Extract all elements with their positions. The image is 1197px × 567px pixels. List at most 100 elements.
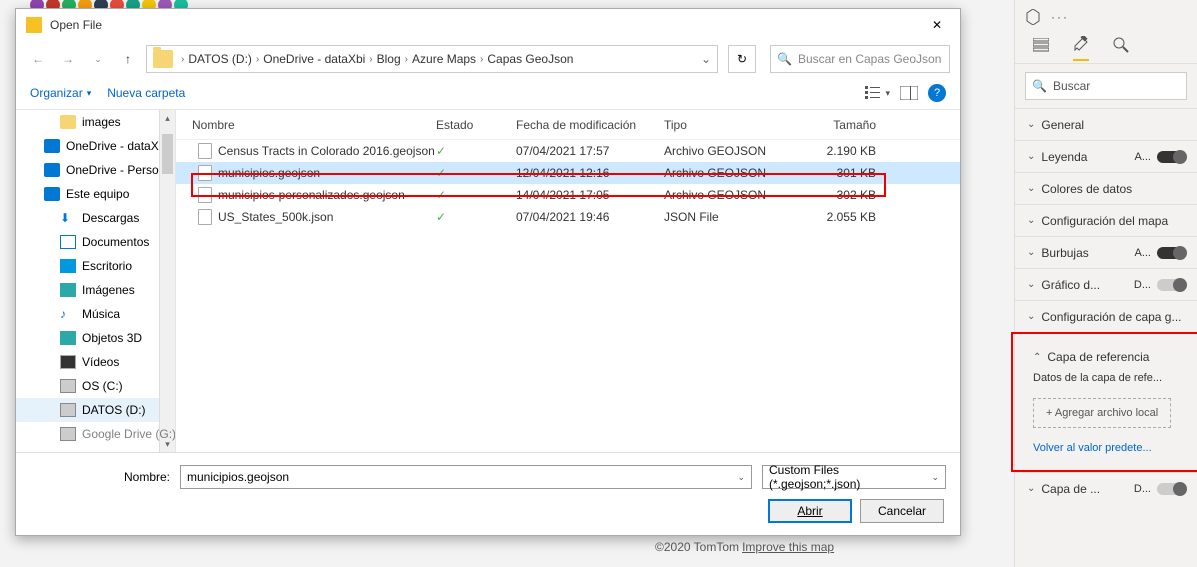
file-name: municipios-personalizados.geojson [218, 188, 405, 202]
sidebar-label: DATOS (D:) [82, 403, 146, 417]
section-reference-layer[interactable]: ⌃Capa de referencia Datos de la capa de … [1021, 342, 1191, 462]
breadcrumb[interactable]: › DATOS (D:) › OneDrive - dataXbi › Blog… [146, 45, 718, 73]
chevron-right-icon[interactable]: › [256, 54, 259, 65]
file-icon [198, 209, 212, 225]
sidebar-scrollbar[interactable]: ▴ ▾ [159, 110, 175, 452]
open-button[interactable]: Abrir [768, 499, 852, 523]
section-data-colors[interactable]: ⌄Colores de datos [1015, 172, 1197, 204]
help-button[interactable]: ? [928, 84, 946, 102]
add-local-file-button[interactable]: + Agregar archivo local [1033, 398, 1171, 428]
up-button[interactable]: ↑ [116, 47, 140, 71]
recent-dropdown[interactable]: ⌄ [86, 47, 110, 71]
file-date: 07/04/2021 17:57 [516, 144, 664, 158]
sidebar-item[interactable]: Escritorio [16, 254, 175, 278]
scroll-up-icon[interactable]: ▴ [160, 110, 175, 126]
preview-pane-button[interactable] [900, 86, 918, 100]
sidebar-item[interactable]: Imágenes [16, 278, 175, 302]
file-row[interactable]: municipios-personalizados.geojson✓14/04/… [176, 184, 960, 206]
sidebar-label: Escritorio [82, 259, 132, 273]
improve-map-link[interactable]: Improve this map [742, 540, 834, 554]
sidebar-item[interactable]: Documentos [16, 230, 175, 254]
toggle-layer[interactable] [1157, 483, 1185, 495]
chevron-down-icon[interactable]: ⌄ [737, 472, 745, 483]
section-legend[interactable]: ⌄LeyendaA... [1015, 140, 1197, 172]
sidebar-item[interactable]: Vídeos [16, 350, 175, 374]
section-chart[interactable]: ⌄Gráfico d...D... [1015, 268, 1197, 300]
sidebar-label: OS (C:) [82, 379, 123, 393]
sidebar-item[interactable]: Este equipo [16, 182, 175, 206]
sync-status-icon: ✓ [436, 210, 516, 224]
tab-format[interactable] [1073, 36, 1089, 61]
file-row[interactable]: municipios.geojson✓12/04/2021 12:16Archi… [176, 162, 960, 184]
search-input[interactable]: 🔍 Buscar en Capas GeoJson [770, 45, 950, 73]
breadcrumb-item[interactable]: OneDrive - dataXbi [263, 52, 365, 66]
section-map-config[interactable]: ⌄Configuración del mapa [1015, 204, 1197, 236]
reset-default-link[interactable]: Volver al valor predete... [1033, 442, 1152, 454]
col-tipo[interactable]: Tipo [664, 118, 806, 132]
nav-row: ← → ⌄ ↑ › DATOS (D:) › OneDrive - dataXb… [16, 41, 960, 77]
chevron-right-icon[interactable]: › [480, 54, 483, 65]
chevron-right-icon[interactable]: › [369, 54, 372, 65]
section-general[interactable]: ⌄General [1015, 108, 1197, 140]
close-button[interactable]: ✕ [924, 14, 950, 36]
back-button[interactable]: ← [26, 47, 50, 71]
toggle-chart[interactable] [1157, 279, 1185, 291]
file-type: Archivo GEOJSON [664, 166, 806, 180]
section-layer[interactable]: ⌄Capa de ...D... [1015, 472, 1197, 504]
tab-analytics[interactable] [1113, 37, 1129, 60]
disk-icon [60, 427, 76, 441]
visualization-icon [1025, 9, 1041, 25]
sidebar-item[interactable]: DATOS (D:) [16, 398, 175, 422]
sidebar-item[interactable]: ⬇Descargas [16, 206, 175, 230]
breadcrumb-item[interactable]: DATOS (D:) [188, 52, 252, 66]
file-icon [198, 165, 212, 181]
open-file-dialog: Open File ✕ ← → ⌄ ↑ › DATOS (D:) › OneDr… [15, 8, 961, 536]
section-layer-config[interactable]: ⌄Configuración de capa g... [1015, 300, 1197, 332]
col-name[interactable]: Nombre [176, 118, 436, 132]
breadcrumb-dropdown[interactable]: ⌄ [701, 52, 711, 66]
more-options[interactable]: ··· [1051, 10, 1069, 24]
scroll-thumb[interactable] [162, 134, 173, 174]
col-fecha[interactable]: Fecha de modificación [516, 118, 664, 132]
file-icon [198, 143, 212, 159]
file-row[interactable]: US_States_500k.json✓07/04/2021 19:46JSON… [176, 206, 960, 228]
sidebar-item[interactable]: OneDrive - Person [16, 158, 175, 182]
file-type: Archivo GEOJSON [664, 188, 806, 202]
organize-menu[interactable]: Organizar▾ [30, 86, 91, 100]
filename-input[interactable]: municipios.geojson ⌄ [180, 465, 752, 489]
sidebar: ▴ ▾ imagesOneDrive - dataXbiOneDrive - P… [16, 110, 176, 452]
search-icon: 🔍 [777, 52, 792, 66]
breadcrumb-item[interactable]: Capas GeoJson [487, 52, 573, 66]
sidebar-item[interactable]: OS (C:) [16, 374, 175, 398]
chevron-down-icon: ⌄ [1027, 311, 1035, 322]
chevron-right-icon[interactable]: › [181, 54, 184, 65]
toggle-legend[interactable] [1157, 151, 1185, 163]
chevron-down-icon[interactable]: ⌄ [931, 472, 939, 483]
dialog-title: Open File [50, 18, 924, 32]
col-tam[interactable]: Tamaño [806, 118, 886, 132]
sidebar-item[interactable]: Objetos 3D [16, 326, 175, 350]
col-estado[interactable]: Estado [436, 118, 516, 132]
powerbi-icon [26, 17, 42, 33]
onedrive-icon [44, 163, 60, 177]
view-mode-button[interactable]: ▾ [865, 86, 890, 100]
sidebar-item[interactable]: ♪Música [16, 302, 175, 326]
sidebar-item[interactable]: images [16, 110, 175, 134]
file-row[interactable]: Census Tracts in Colorado 2016.geojson✓0… [176, 140, 960, 162]
breadcrumb-item[interactable]: Blog [377, 52, 401, 66]
sidebar-item[interactable]: OneDrive - dataXbi [16, 134, 175, 158]
copyright-text: ©2020 TomTom [655, 540, 739, 554]
refresh-button[interactable]: ↻ [728, 45, 756, 73]
disk-icon [60, 379, 76, 393]
search-placeholder: Buscar en Capas GeoJson [798, 52, 941, 66]
panel-search-input[interactable]: 🔍 Buscar [1025, 72, 1187, 100]
sidebar-item[interactable]: Google Drive (G:) [16, 422, 175, 446]
new-folder-button[interactable]: Nueva carpeta [107, 86, 185, 100]
tab-fields[interactable] [1033, 38, 1049, 59]
filetype-select[interactable]: Custom Files (*.geojson;*.json) ⌄ [762, 465, 946, 489]
section-bubbles[interactable]: ⌄BurbujasA... [1015, 236, 1197, 268]
chevron-right-icon[interactable]: › [405, 54, 408, 65]
breadcrumb-item[interactable]: Azure Maps [412, 52, 476, 66]
toggle-bubbles[interactable] [1157, 247, 1185, 259]
cancel-button[interactable]: Cancelar [860, 499, 944, 523]
